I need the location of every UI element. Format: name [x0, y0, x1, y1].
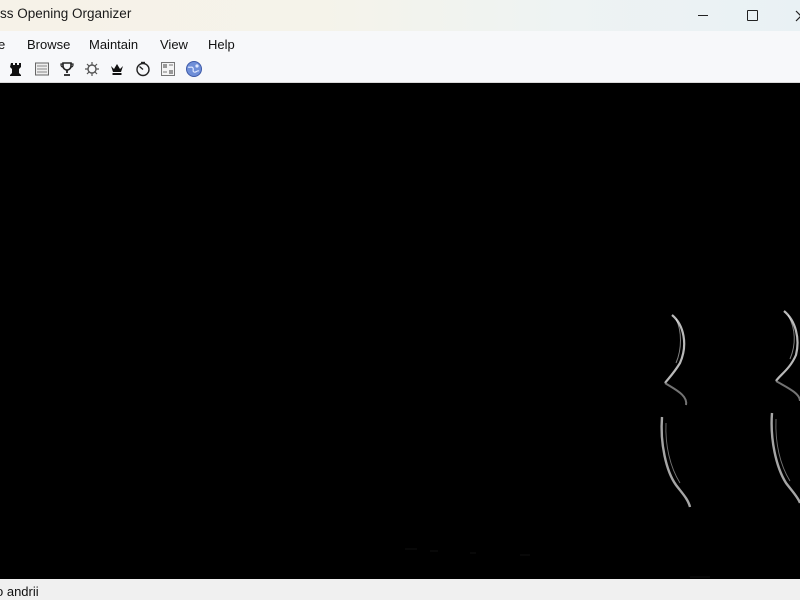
maximize-icon — [746, 10, 758, 21]
menu-browse[interactable]: Browse — [27, 37, 70, 52]
engine-tool-button[interactable] — [83, 60, 101, 78]
notation-tool-button[interactable] — [33, 60, 51, 78]
clock-tool-button[interactable] — [134, 60, 152, 78]
menu-file[interactable]: e — [0, 37, 5, 52]
status-text: o andrii — [0, 584, 39, 599]
rook-icon — [10, 63, 21, 76]
scoresheet-icon — [161, 62, 175, 76]
trophy-tool-button[interactable] — [58, 60, 76, 78]
maximize-button[interactable] — [729, 0, 775, 31]
title-bar: ss Opening Organizer — [0, 0, 800, 31]
menu-bar: e Browse Maintain View Help — [0, 31, 800, 57]
trophy-icon — [60, 62, 74, 76]
close-icon — [795, 10, 800, 21]
status-bar: o andrii — [0, 579, 800, 600]
globe-icon — [186, 61, 202, 77]
clock-icon — [136, 61, 150, 77]
online-tool-button[interactable] — [185, 60, 203, 78]
menu-view[interactable]: View — [160, 37, 188, 52]
gear-board-icon — [85, 62, 99, 76]
minimize-button[interactable] — [680, 0, 726, 31]
notation-icon — [35, 62, 49, 76]
close-button[interactable] — [778, 0, 800, 31]
menu-help[interactable]: Help — [208, 37, 235, 52]
queen-tool-button[interactable] — [108, 60, 126, 78]
app-window: ss Opening Organizer e Browse Maintain V… — [0, 0, 800, 600]
window-title: ss Opening Organizer — [0, 6, 132, 21]
menu-maintain[interactable]: Maintain — [89, 37, 138, 52]
scoresheet-tool-button[interactable] — [159, 60, 177, 78]
rook-tool-button[interactable] — [7, 60, 25, 78]
toolbar — [0, 57, 800, 83]
minimize-icon — [698, 15, 708, 16]
chess-pawns-image — [0, 83, 800, 579]
queen-icon — [111, 64, 123, 75]
main-canvas — [0, 83, 800, 579]
